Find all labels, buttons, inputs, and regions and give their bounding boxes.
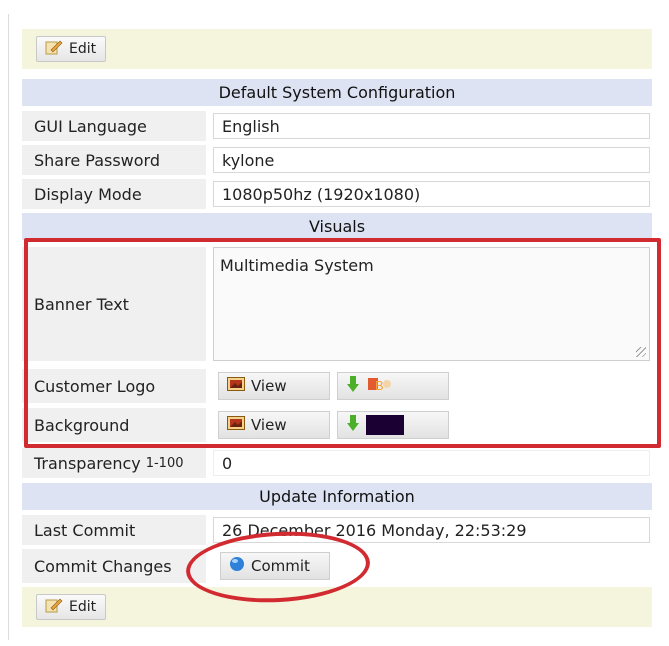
transparency-label: Transparency 1-100 <box>22 448 206 478</box>
edit-button-label: Edit <box>69 41 97 57</box>
section-title: Update Information <box>259 487 415 506</box>
section-update-info: Update Information <box>22 483 652 510</box>
transparency-range: 1-100 <box>145 455 184 471</box>
row-gui-language: GUI Language English <box>22 111 652 141</box>
gui-language-label: GUI Language <box>22 111 206 141</box>
row-share-password: Share Password kylone <box>22 145 652 175</box>
transparency-input[interactable]: 0 <box>213 450 650 476</box>
highlight-rectangle <box>24 238 661 448</box>
gui-language-value: English <box>213 113 650 139</box>
section-title: Visuals <box>308 217 366 236</box>
display-mode-label: Display Mode <box>22 179 206 209</box>
display-mode-value: 1080p50hz (1920x1080) <box>213 181 650 207</box>
share-password-label: Share Password <box>22 145 206 175</box>
edit-button-label: Edit <box>69 599 97 615</box>
section-visuals: Visuals <box>22 213 652 240</box>
section-title: Default System Configuration <box>218 83 456 102</box>
transparency-label-text: Transparency <box>34 453 141 473</box>
top-toolbar: Edit <box>22 29 652 69</box>
last-commit-label: Last Commit <box>22 515 206 545</box>
row-display-mode: Display Mode 1080p50hz (1920x1080) <box>22 179 652 209</box>
edit-icon <box>45 597 63 617</box>
row-transparency: Transparency 1-100 0 <box>22 448 652 478</box>
edit-icon <box>45 39 63 59</box>
edit-button-top[interactable]: Edit <box>36 36 106 62</box>
commit-changes-label: Commit Changes <box>22 549 206 583</box>
edit-button-bottom[interactable]: Edit <box>36 594 106 620</box>
share-password-value: kylone <box>213 147 650 173</box>
section-default-config: Default System Configuration <box>22 79 652 106</box>
bottom-toolbar: Edit <box>22 587 652 627</box>
